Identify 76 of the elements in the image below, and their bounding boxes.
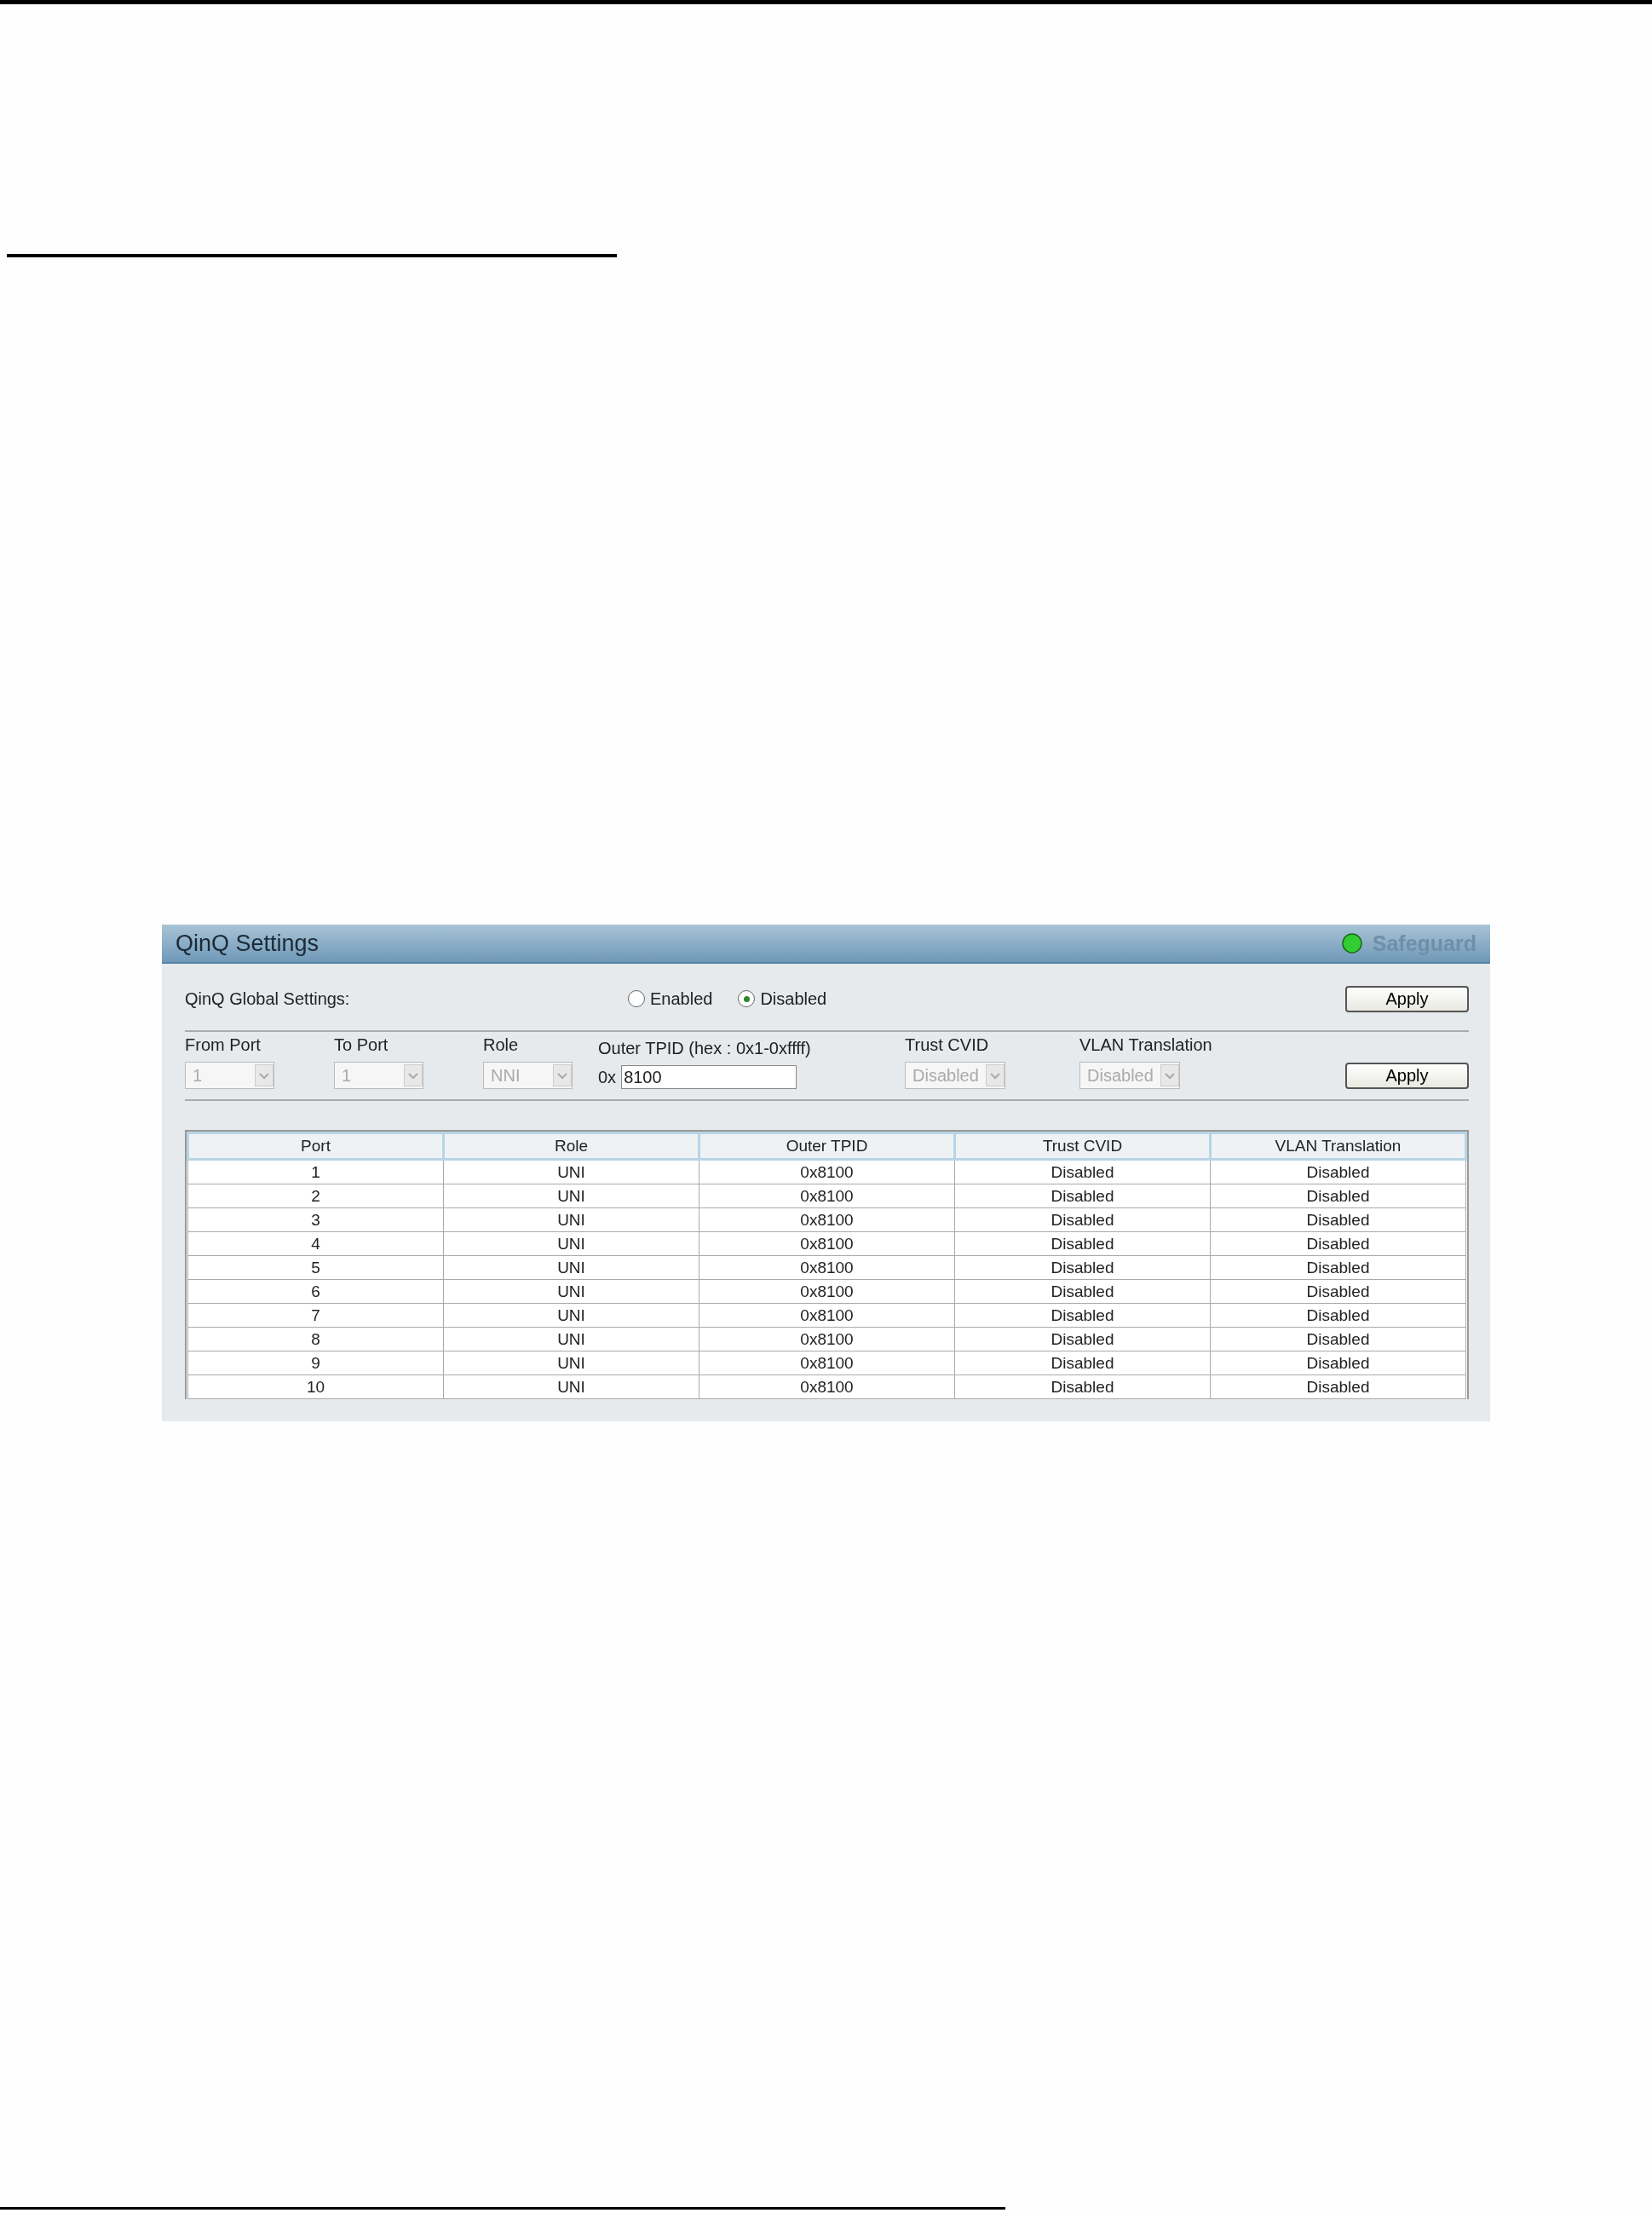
table-cell: Disabled (1210, 1231, 1466, 1256)
field-label: Outer TPID (hex : 0x1-0xffff) (598, 1039, 812, 1058)
hex-prefix: 0x (598, 1067, 617, 1087)
table-cell: Disabled (1210, 1327, 1466, 1351)
table-cell: 1 (187, 1159, 444, 1184)
caret-icon (255, 1064, 273, 1086)
radio-icon[interactable] (628, 990, 645, 1007)
column-header: Port (187, 1132, 444, 1160)
table-cell: 0x8100 (699, 1255, 955, 1280)
table-cell: 6 (187, 1279, 444, 1304)
table-cell: UNI (443, 1184, 699, 1208)
radio-icon[interactable] (738, 990, 756, 1007)
panel-title: QinQ Settings (176, 930, 319, 957)
column-header: Role (443, 1132, 699, 1160)
table-cell: Disabled (954, 1207, 1211, 1232)
table-cell: UNI (443, 1255, 699, 1280)
table-cell: Disabled (1210, 1255, 1466, 1280)
column-header: Trust CVID (954, 1132, 1211, 1160)
table-cell: 9 (187, 1351, 444, 1375)
table-cell: 0x8100 (699, 1303, 955, 1328)
field-label: From Port (185, 1035, 262, 1055)
table-cell: Disabled (1210, 1351, 1466, 1375)
global-settings-label: QinQ Global Settings: (185, 988, 351, 1009)
table-cell: Disabled (954, 1303, 1211, 1328)
table-cell: Disabled (1210, 1184, 1466, 1208)
table-cell: Disabled (954, 1184, 1211, 1208)
table-cell: 7 (187, 1303, 444, 1328)
table-cell: Disabled (1210, 1374, 1466, 1399)
column-header: VLAN Translation (1210, 1132, 1466, 1160)
field-label: Trust CVID (905, 1035, 990, 1055)
table-cell: 3 (187, 1207, 444, 1232)
table-cell: UNI (443, 1327, 699, 1351)
table-cell: UNI (443, 1303, 699, 1328)
table-cell: Disabled (1210, 1303, 1466, 1328)
table-cell: Disabled (1210, 1159, 1466, 1184)
table-cell: 10 (187, 1374, 444, 1399)
table-cell: 5 (187, 1255, 444, 1280)
table-cell: Disabled (1210, 1207, 1466, 1232)
table-cell: Disabled (954, 1374, 1211, 1399)
table-cell: Disabled (1210, 1279, 1466, 1304)
table-cell: Disabled (954, 1327, 1211, 1351)
table-cell: 0x8100 (699, 1279, 955, 1304)
table-cell: 0x8100 (699, 1327, 955, 1351)
table-cell: 4 (187, 1231, 444, 1256)
table-cell: UNI (443, 1279, 699, 1304)
table-cell: 0x8100 (699, 1231, 955, 1256)
apply-button[interactable]: Apply (1345, 1063, 1469, 1089)
caret-icon (1160, 1064, 1179, 1086)
table-cell: UNI (443, 1207, 699, 1232)
table-cell: 0x8100 (699, 1351, 955, 1375)
table-cell: Disabled (954, 1279, 1211, 1304)
column-header: Outer TPID (699, 1132, 955, 1160)
table-cell: 0x8100 (699, 1207, 955, 1232)
caret-icon (985, 1064, 1004, 1086)
table-cell: UNI (443, 1159, 699, 1184)
field-label: Role (483, 1035, 520, 1055)
table-cell: 0x8100 (699, 1374, 955, 1399)
radio-option[interactable]: Disabled (738, 988, 827, 1009)
table-cell: 2 (187, 1184, 444, 1208)
table-cell: UNI (443, 1231, 699, 1256)
radio-option[interactable]: Enabled (628, 988, 713, 1009)
table-cell: Disabled (954, 1159, 1211, 1184)
caret-icon (553, 1064, 572, 1086)
field-label: VLAN Translation (1079, 1035, 1213, 1055)
table-cell: 0x8100 (699, 1159, 955, 1184)
table-cell: 8 (187, 1327, 444, 1351)
table-cell: UNI (443, 1351, 699, 1375)
table-cell: UNI (443, 1374, 699, 1399)
field-label: To Port (334, 1035, 389, 1055)
table-cell: Disabled (954, 1231, 1211, 1256)
table-cell: Disabled (954, 1351, 1211, 1375)
caret-icon (404, 1064, 423, 1086)
table-cell: 0x8100 (699, 1184, 955, 1208)
input-field[interactable]: 8100 (621, 1065, 797, 1089)
apply-button[interactable]: Apply (1345, 985, 1469, 1012)
table-cell: Disabled (954, 1255, 1211, 1280)
